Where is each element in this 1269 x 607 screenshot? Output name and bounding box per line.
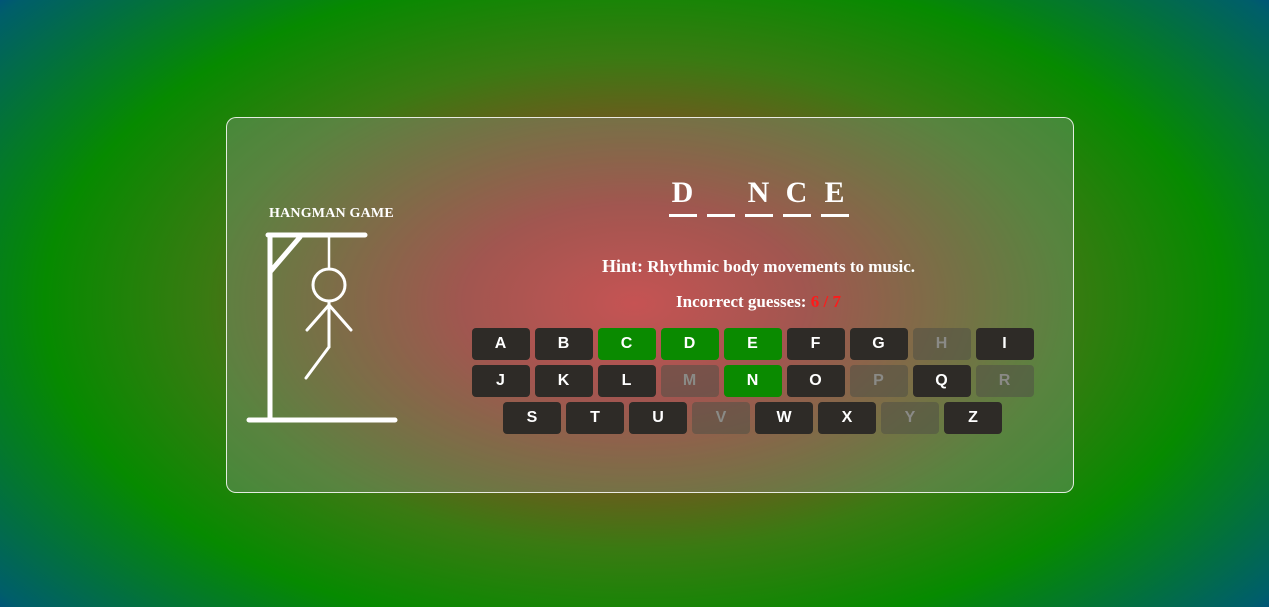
letter-slot <box>706 176 735 217</box>
key-q[interactable]: Q <box>912 365 971 397</box>
hangman-drawing <box>246 232 398 423</box>
key-a[interactable]: A <box>471 328 530 360</box>
letter-slot: D <box>668 176 697 217</box>
hangman-left-leg <box>304 345 331 380</box>
hint: Hint: Rhythmic body movements to music. <box>442 256 1075 277</box>
keyboard-row: J K L M N O P Q R <box>470 365 1035 397</box>
word-display: D N C E <box>442 176 1075 217</box>
keyboard-row: S T U V W X Y Z <box>470 402 1035 434</box>
key-i[interactable]: I <box>975 328 1034 360</box>
key-u[interactable]: U <box>629 402 687 434</box>
key-v[interactable]: V <box>692 402 750 434</box>
hangman-right-arm <box>327 303 353 332</box>
hangman-head <box>311 267 347 303</box>
key-c[interactable]: C <box>597 328 656 360</box>
game-card: HANGMAN GAME D N C E Hint: Rhythmic body… <box>226 117 1074 493</box>
hangman-panel: HANGMAN GAME <box>227 118 442 492</box>
key-t[interactable]: T <box>566 402 624 434</box>
guesses-label: Incorrect guesses: <box>676 292 807 311</box>
key-y[interactable]: Y <box>881 402 939 434</box>
guesses-count: 6 / 7 <box>810 292 841 311</box>
key-m[interactable]: M <box>660 365 719 397</box>
hint-text: Rhythmic body movements to music. <box>647 257 915 276</box>
key-s[interactable]: S <box>503 402 561 434</box>
key-r[interactable]: R <box>975 365 1034 397</box>
key-o[interactable]: O <box>786 365 845 397</box>
game-panel: D N C E Hint: Rhythmic body movements to… <box>442 118 1075 492</box>
key-j[interactable]: J <box>471 365 530 397</box>
key-f[interactable]: F <box>786 328 845 360</box>
key-k[interactable]: K <box>534 365 593 397</box>
hint-label: Hint: <box>601 256 643 276</box>
key-e[interactable]: E <box>723 328 782 360</box>
key-x[interactable]: X <box>818 402 876 434</box>
key-b[interactable]: B <box>534 328 593 360</box>
key-h[interactable]: H <box>912 328 971 360</box>
letter-keyboard: A B C D E F G H I J K L M N O P Q R S T … <box>470 328 1035 439</box>
key-p[interactable]: P <box>849 365 908 397</box>
key-g[interactable]: G <box>849 328 908 360</box>
key-d[interactable]: D <box>660 328 719 360</box>
key-z[interactable]: Z <box>944 402 1002 434</box>
letter-slot: C <box>782 176 811 217</box>
letter-slot: N <box>744 176 773 217</box>
key-w[interactable]: W <box>755 402 813 434</box>
key-l[interactable]: L <box>597 365 656 397</box>
keyboard-row: A B C D E F G H I <box>470 328 1035 360</box>
incorrect-guesses: Incorrect guesses: 6 / 7 <box>442 292 1075 312</box>
hangman-left-arm <box>305 303 331 332</box>
game-title: HANGMAN GAME <box>269 206 394 221</box>
gallows-brace <box>267 234 303 275</box>
key-n[interactable]: N <box>723 365 782 397</box>
letter-slot: E <box>820 176 849 217</box>
